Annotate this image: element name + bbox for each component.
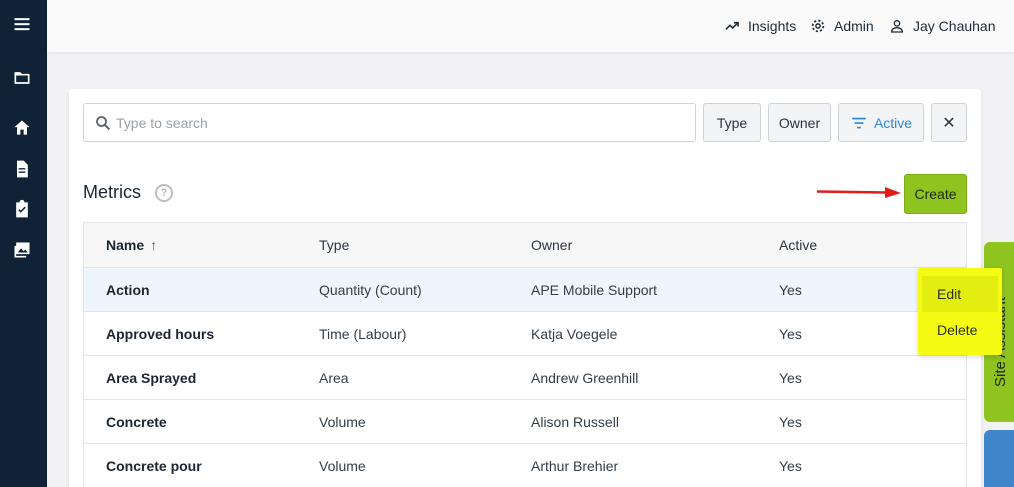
sort-arrow-up-icon: ↑ — [150, 237, 158, 253]
row-name: Concrete pour — [106, 457, 202, 474]
blue-side-tab[interactable]: d — [984, 430, 1014, 487]
close-icon: ✕ — [942, 114, 956, 132]
create-button[interactable]: Create — [904, 174, 967, 214]
row-owner: Andrew Greenhill — [531, 369, 639, 386]
row-owner: Katja Voegele — [531, 325, 618, 342]
table-row[interactable]: Action Quantity (Count) APE Mobile Suppo… — [84, 268, 966, 312]
search-icon — [96, 115, 111, 130]
column-header-owner[interactable]: Owner — [531, 223, 572, 267]
top-bar: Insights Admin Jay Chauhan — [47, 0, 1014, 52]
insights-label: Insights — [748, 18, 797, 34]
page-title: Metrics — [83, 182, 141, 202]
delete-menu-item[interactable]: Delete — [922, 312, 998, 348]
row-active: Yes — [779, 325, 802, 342]
owner-filter-button[interactable]: Owner — [768, 103, 831, 142]
user-menu[interactable]: Jay Chauhan — [889, 16, 996, 36]
row-name: Area Sprayed — [106, 369, 197, 386]
column-header-active[interactable]: Active — [779, 223, 817, 267]
row-name: Action — [106, 281, 150, 298]
table-row[interactable]: Concrete pour Volume Arthur Brehier Yes — [84, 444, 966, 487]
admin-label: Admin — [834, 18, 874, 34]
home-icon[interactable] — [10, 116, 34, 140]
folder-icon[interactable] — [10, 66, 34, 90]
row-type: Volume — [319, 413, 366, 430]
row-type: Time (Labour) — [319, 325, 407, 342]
row-type: Quantity (Count) — [319, 281, 422, 298]
filter-icon — [852, 117, 866, 128]
page-title-row: Metrics ? — [83, 182, 173, 203]
gear-icon — [811, 19, 825, 33]
row-active: Yes — [779, 281, 802, 298]
row-name: Approved hours — [106, 325, 215, 342]
table-header: Name ↑ Type Owner Active — [84, 223, 966, 268]
user-name: Jay Chauhan — [913, 18, 996, 34]
row-type: Area — [319, 369, 349, 386]
red-arrow-annotation — [817, 187, 901, 198]
row-owner: APE Mobile Support — [531, 281, 658, 298]
table-row[interactable]: Concrete Volume Alison Russell Yes — [84, 400, 966, 444]
row-context-menu: Edit Delete — [918, 268, 1002, 355]
images-icon[interactable] — [10, 238, 34, 262]
table-row[interactable]: Area Sprayed Area Andrew Greenhill Yes — [84, 356, 966, 400]
search-input[interactable] — [116, 114, 676, 131]
row-owner: Arthur Brehier — [531, 457, 619, 474]
metrics-card: Type Owner Active ✕ Metrics ? Create Nam… — [69, 89, 981, 487]
search-box[interactable] — [83, 103, 696, 142]
column-header-name[interactable]: Name ↑ — [106, 223, 157, 267]
menu-icon[interactable] — [10, 12, 34, 36]
metrics-table: Name ↑ Type Owner Active Action Quantity… — [83, 222, 967, 487]
row-active: Yes — [779, 457, 802, 474]
clear-filters-button[interactable]: ✕ — [931, 103, 967, 142]
trending-up-icon — [725, 21, 739, 30]
type-filter-label: Type — [716, 114, 748, 131]
create-button-label: Create — [914, 186, 957, 202]
owner-filter-label: Owner — [778, 114, 821, 131]
active-filter-label: Active — [873, 114, 913, 131]
row-name: Concrete — [106, 413, 167, 430]
row-type: Volume — [319, 457, 366, 474]
row-active: Yes — [779, 369, 802, 386]
help-icon[interactable]: ? — [155, 183, 173, 202]
user-icon — [890, 20, 904, 33]
table-row[interactable]: Approved hours Time (Labour) Katja Voege… — [84, 312, 966, 356]
clipboard-check-icon[interactable] — [10, 197, 34, 221]
edit-menu-item[interactable]: Edit — [922, 276, 998, 312]
type-filter-button[interactable]: Type — [703, 103, 761, 142]
row-active: Yes — [779, 413, 802, 430]
active-filter-button[interactable]: Active — [838, 103, 924, 142]
document-icon[interactable] — [10, 157, 34, 181]
admin-link[interactable]: Admin — [810, 16, 874, 36]
insights-link[interactable]: Insights — [724, 16, 796, 36]
row-owner: Alison Russell — [531, 413, 619, 430]
sidebar — [0, 0, 47, 487]
column-header-type[interactable]: Type — [319, 223, 349, 267]
